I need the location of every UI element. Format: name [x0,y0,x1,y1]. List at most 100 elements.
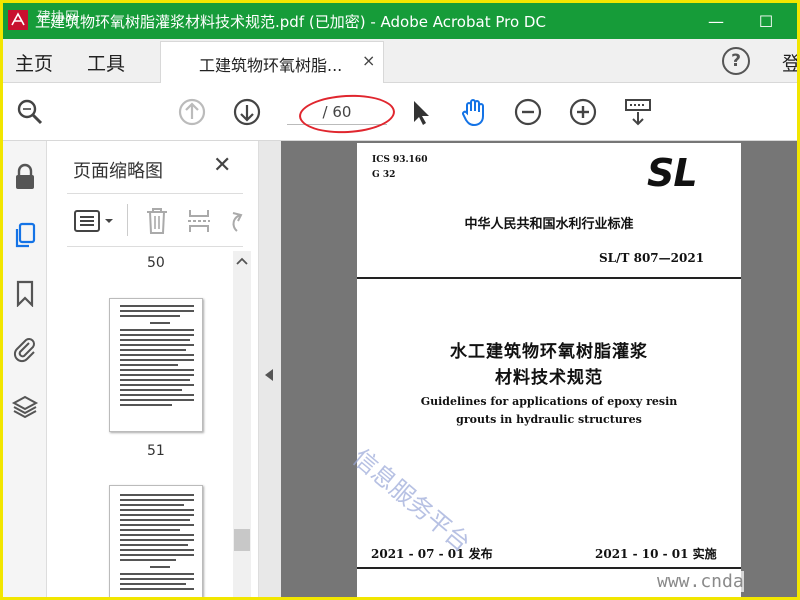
thumbnail-text-line [120,559,176,561]
lock-icon[interactable] [11,163,39,191]
toolbar: / 60 [3,83,797,141]
thumbnail-text-line [150,566,170,568]
sign-in-link[interactable]: 登 [782,49,797,76]
standard-number: SL/T 807—2021 [599,251,705,265]
page-thumbnails-panel: 页面缩略图 ✕ 50 51 [47,141,259,597]
window-title: 工建筑物环氧树脂灌浆材料技术规范.pdf (已加密) - Adobe Acrob… [35,13,546,31]
thumbnail-text-line [120,339,190,341]
thumbnail-text-line [150,322,170,324]
tab-bar: 主页 工具 工建筑物环氧树脂... × ? 登 [3,39,797,83]
panel-toolbar [67,193,243,247]
thumbnail-text-line [120,539,194,541]
thumbnail-text-line [120,359,194,361]
thumbnail-text-line [120,549,194,551]
thumbnail-text-line [120,305,194,307]
zoom-in-icon[interactable] [566,95,600,129]
thumbnail-text-line [120,315,180,317]
previous-page-icon[interactable] [175,95,209,129]
minimize-button[interactable]: — [693,3,739,39]
red-annotation-ellipse [298,92,396,136]
issue-date: 2021 - 07 - 01 发布 [371,547,493,561]
url-watermark: www.cnda [657,571,744,592]
next-page-icon[interactable] [230,95,264,129]
chinese-title-line-1: 水工建筑物环氧树脂灌浆 [450,342,648,362]
thumbnail-text-line [120,509,194,511]
tab-home[interactable]: 主页 [15,49,53,76]
thumbnail-text-line [120,310,194,312]
thumbnail-text-line [120,394,194,396]
bookmark-icon[interactable] [11,279,39,307]
panel-collapse-handle[interactable] [259,141,281,597]
thumbnail-text-line [120,379,190,381]
thumbnail-page[interactable] [109,298,203,432]
thumbnail-text-line [120,374,194,376]
english-title-line-1: Guidelines for applications of epoxy res… [420,395,678,408]
thumbnail-text-line [120,399,194,401]
bottom-rule [357,567,741,569]
rotate-page-icon[interactable] [225,206,243,236]
thumbnail-text-line [120,583,186,585]
ics-code: ICS 93.160 [372,155,428,165]
tab-tools[interactable]: 工具 [87,49,125,76]
hand-tool-icon[interactable] [457,95,491,129]
thumbnail-text-line [120,344,194,346]
page-thumbnails-icon[interactable] [11,221,39,249]
thumbnail-page-number: 51 [147,443,165,459]
thumbnail-text-line [120,578,194,580]
thumbnail-text-line [120,404,172,406]
thumbnail-options-icon[interactable] [73,208,121,234]
tab-document[interactable]: 工建筑物环氧树脂... × [160,41,384,83]
zoom-out-icon[interactable] [511,95,545,129]
thumbnail-page-number: 50 [147,255,165,271]
thumbnail-text-line [120,384,194,386]
thumbnail-text-line [120,529,180,531]
thumbnail-text-line [120,354,194,356]
panel-title: 页面缩略图 [73,161,163,182]
thumbnail-text-line [120,364,178,366]
keyboard-scroll-icon[interactable] [621,95,655,129]
g-code: G 32 [372,170,396,180]
zoom-search-icon[interactable] [13,95,47,129]
thumbnail-text-line [120,504,184,506]
help-icon[interactable]: ? [722,47,750,75]
thumbnail-text-line [120,349,186,351]
delete-page-icon[interactable] [143,206,171,236]
thumbnail-text-line [120,519,190,521]
attachment-icon[interactable] [11,335,39,363]
standard-organization: 中华人民共和国水利行业标准 [464,217,634,232]
toolbar-divider [127,204,128,236]
collapse-arrow-icon[interactable] [265,369,273,381]
chinese-title-line-2: 材料技术规范 [495,368,603,388]
pdf-page: ICS 93.160 G 32 SL 中华人民共和国水利行业标准 SL/T 80… [357,143,741,597]
thumbnail-text-line [120,524,194,526]
thumbnail-text-line [120,329,194,331]
thumbnail-page[interactable] [109,485,203,597]
thumbnail-text-line [120,499,194,501]
close-tab-button[interactable]: × [362,51,375,70]
thumbnail-text-line [120,334,194,336]
app-window: 建协网 工建筑物环氧树脂灌浆材料技术规范.pdf (已加密) - Adobe A… [0,0,800,600]
left-navigation-rail [3,141,47,597]
thumbnail-scrollbar[interactable] [233,251,251,597]
thumbnail-text-line [120,588,194,590]
scrollbar-thumb[interactable] [234,529,250,551]
thumbnail-text-line [120,389,182,391]
document-view[interactable]: ICS 93.160 G 32 SL 中华人民共和国水利行业标准 SL/T 80… [281,141,797,597]
layers-icon[interactable] [11,393,39,421]
sl-logo: SL [647,151,698,195]
tab-document-label: 工建筑物环氧树脂... [199,56,343,75]
thumbnail-text-line [120,514,194,516]
scroll-up-icon[interactable] [236,257,248,265]
thumbnail-text-line [120,534,194,536]
implementation-date: 2021 - 10 - 01 实施 [595,547,717,561]
close-panel-button[interactable]: ✕ [213,153,231,178]
maximize-button[interactable]: ☐ [743,3,789,39]
acrobat-app-icon [8,10,28,30]
top-rule [357,277,741,279]
thumbnail-text-line [120,573,194,575]
title-bar: 建协网 工建筑物环氧树脂灌浆材料技术规范.pdf (已加密) - Adobe A… [3,3,797,39]
split-page-icon[interactable] [185,206,213,236]
select-cursor-icon[interactable] [403,95,437,129]
thumbnail-text-line [120,494,194,496]
thumbnail-text-line [120,369,194,371]
